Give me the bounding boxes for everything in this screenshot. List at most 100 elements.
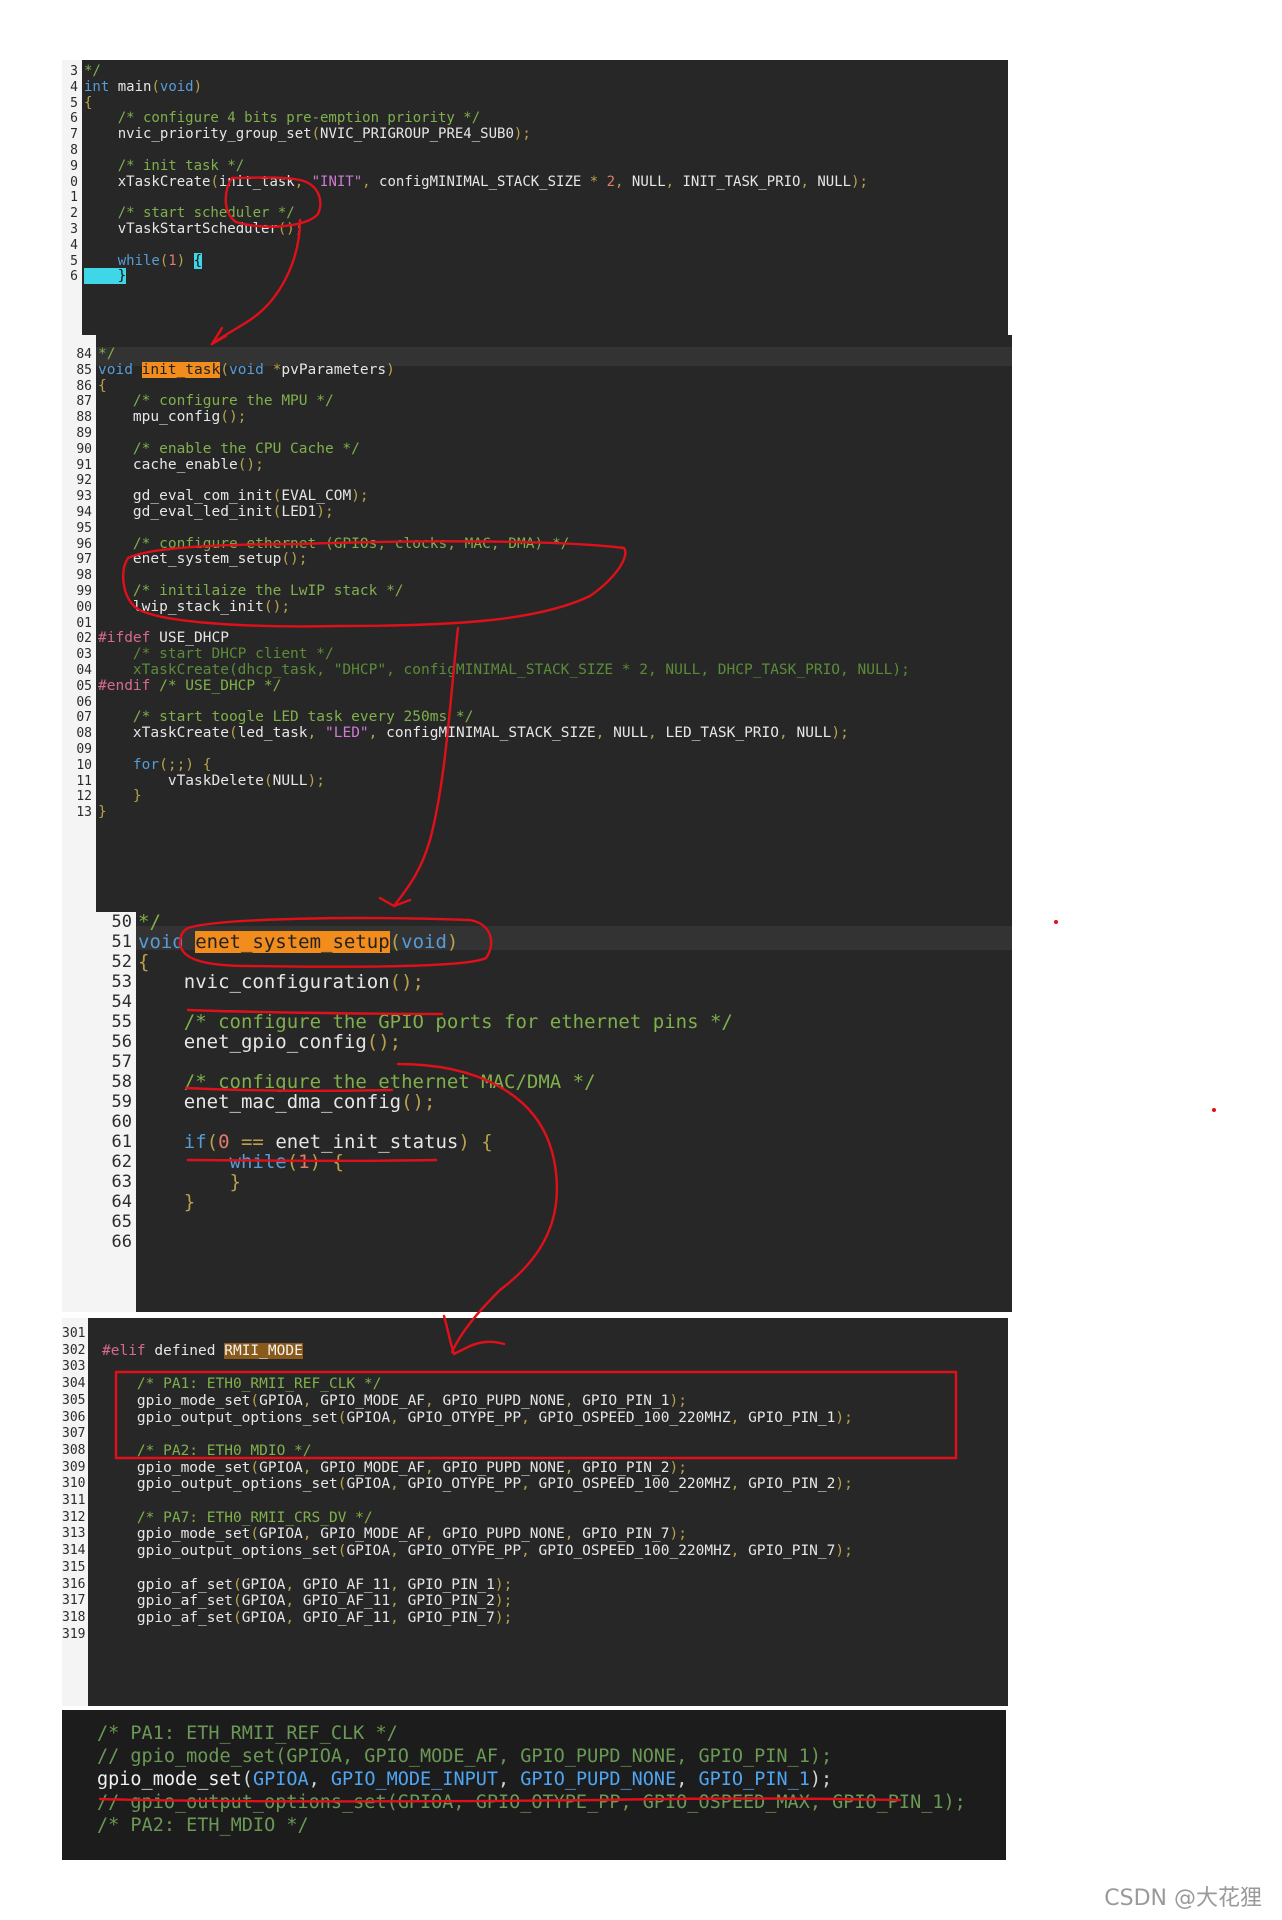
line-number: 98: [76, 568, 92, 584]
code-line: cache_enable();: [98, 457, 264, 474]
code-token: /* USE_DHCP */: [159, 677, 282, 694]
code-token: void: [98, 361, 142, 378]
code-token: (: [250, 1392, 260, 1409]
code-token: /* configure 4 bits pre-emption priority…: [84, 110, 481, 127]
code-token: ,: [425, 1526, 443, 1543]
code-token: }: [138, 1171, 241, 1193]
code-token: gpio_af_set: [102, 1593, 233, 1610]
code-token: ,: [730, 1543, 749, 1560]
line-number: 03: [76, 647, 92, 663]
code-token: GPIOA: [252, 1769, 309, 1790]
line-number: 313: [62, 1526, 86, 1542]
code-token: (: [232, 1576, 242, 1593]
code-line: mpu_config();: [98, 409, 247, 426]
code-line: gpio_af_set(GPIOA, GPIO_AF_11, GPIO_PIN_…: [102, 1610, 512, 1627]
code-token: NULL: [796, 725, 832, 742]
code-token: /* PA1: ETH_RMII_REF_CLK */: [97, 1723, 398, 1744]
code-token: gpio_mode_set: [102, 1392, 251, 1409]
code-token: ): [386, 361, 395, 378]
code-token: ,: [800, 173, 818, 190]
code-token: /* PA1: ETH0_RMII_REF_CLK */: [102, 1376, 382, 1393]
code-token: (: [206, 1131, 219, 1153]
code-token: ,: [307, 725, 325, 742]
line-number: 62: [111, 1152, 132, 1172]
code-token: main: [109, 78, 152, 95]
code-token: GPIO_MODE_AF: [320, 1392, 426, 1409]
code-token: ): [446, 931, 459, 953]
code-token: }: [138, 1191, 196, 1213]
code-token: GPIOA: [346, 1476, 391, 1493]
code-token: // gpio_mode_set(GPIOA, GPIO_MODE_AF, GP…: [97, 1746, 833, 1767]
line-number: 9: [70, 158, 78, 174]
code-line: {: [138, 952, 149, 972]
line-number: 51: [111, 932, 132, 952]
code-line: #ifdef USE_DHCP: [98, 630, 229, 647]
code-token: GPIO_PIN_2: [582, 1459, 670, 1476]
code-token: enet_init_status: [275, 1131, 459, 1153]
code-token: vTaskStartScheduler: [84, 221, 278, 237]
code-token: NULL: [817, 173, 852, 190]
code-token: (: [286, 1151, 299, 1173]
line-number: 305: [62, 1392, 86, 1408]
code-token: GPIO_PIN_7: [582, 1526, 670, 1543]
code-token: (: [232, 1593, 242, 1610]
code-line: xTaskCreate(init_task, "INIT", configMIN…: [84, 173, 868, 191]
code-token: GPIO_AF_11: [302, 1593, 391, 1610]
line-number: 60: [111, 1112, 132, 1132]
code-token: GPIO_OSPEED_100_220MHZ: [538, 1409, 731, 1426]
line-number: 11: [76, 773, 92, 789]
line-number: 58: [111, 1072, 132, 1092]
code-panel-init-task: */void init_task(void *pvParameters){ /*…: [62, 335, 1012, 915]
code-token: */: [138, 912, 161, 933]
line-number: 97: [76, 552, 92, 568]
watermark: CSDN @大花狸: [1104, 1886, 1262, 1911]
code-token: (;;) {: [159, 756, 212, 773]
code-token: GPIOA: [241, 1576, 286, 1593]
line-number: 64: [111, 1192, 132, 1212]
code-token: void: [138, 931, 196, 953]
code-token: enet_system_setup: [98, 551, 282, 568]
line-number: 08: [76, 726, 92, 742]
code-token: /* start DHCP client */: [98, 646, 334, 663]
code-token: 1: [168, 252, 177, 269]
line-number: 309: [62, 1459, 86, 1475]
code-token: ): [176, 252, 194, 269]
code-token: ();: [263, 598, 291, 615]
code-line: /* start toogle LED task every 250ms */: [98, 709, 473, 726]
line-number: 1: [70, 190, 78, 206]
code-token: (: [389, 931, 402, 953]
code-line: while(1) {: [84, 252, 203, 270]
line-number: 312: [62, 1509, 86, 1525]
code-token: GPIOA: [346, 1409, 391, 1426]
line-number: 09: [76, 742, 92, 757]
code-token: ,: [390, 1576, 408, 1593]
code-token: {: [138, 951, 150, 973]
code-token: gpio_mode_set: [102, 1526, 251, 1543]
code-token: */: [98, 346, 116, 362]
code-token: */: [84, 63, 101, 79]
code-token: GPIO_MODE_INPUT: [330, 1769, 498, 1790]
line-number: 317: [62, 1593, 86, 1609]
code-line: vTaskStartScheduler();: [84, 221, 303, 238]
code-line: gpio_af_set(GPIOA, GPIO_AF_11, GPIO_PIN_…: [102, 1577, 512, 1594]
code-token: ,: [595, 725, 614, 742]
line-number: 4: [70, 79, 78, 95]
code-token: (: [232, 1609, 242, 1626]
code-token: ,: [676, 1769, 699, 1790]
code-token: /* configure the GPIO ports for ethernet…: [138, 1011, 733, 1033]
code-token: ();: [366, 1031, 402, 1053]
code-token: GPIO_OTYPE_PP: [407, 1543, 522, 1560]
line-number: 89: [76, 426, 92, 441]
code-token: {: [193, 252, 203, 269]
code-token: ,: [521, 1409, 539, 1426]
code-line: */: [138, 912, 161, 932]
code-panel-modified: /* PA1: ETH_RMII_REF_CLK */// gpio_mode_…: [62, 1710, 1006, 1860]
code-token: gpio_output_options_set: [102, 1476, 338, 1493]
code-token: );: [831, 725, 849, 742]
code-line: }: [84, 268, 127, 285]
code-token: );: [851, 173, 868, 190]
code-line: gpio_mode_set(GPIOA, GPIO_MODE_AF, GPIO_…: [102, 1393, 687, 1410]
code-token: );: [307, 772, 325, 789]
line-number: 63: [111, 1172, 132, 1192]
code-token: );: [351, 488, 369, 505]
